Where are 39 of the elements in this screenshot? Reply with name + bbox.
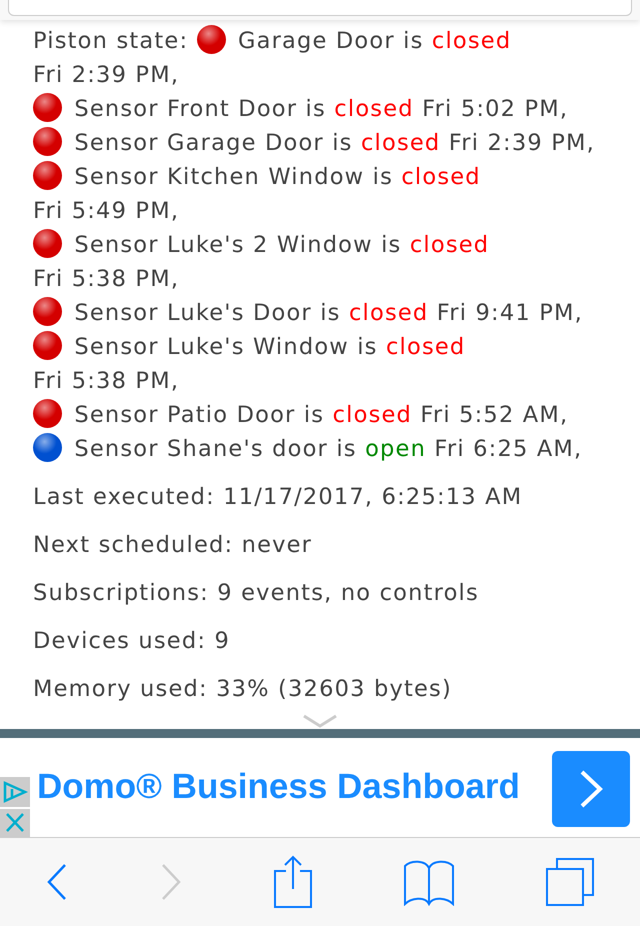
device-text: Garage Door is bbox=[238, 28, 424, 54]
time-text: Fri 9:41 PM, bbox=[436, 300, 583, 326]
status-text: closed bbox=[401, 164, 481, 190]
info-text: Memory used: 33% (32603 bytes) bbox=[33, 676, 452, 702]
time-text: Fri 5:38 PM, bbox=[33, 368, 180, 394]
time-text: Fri 5:02 PM, bbox=[422, 96, 568, 122]
info-text: Devices used: 9 bbox=[33, 628, 230, 654]
time-text: Fri 6:25 AM, bbox=[434, 436, 582, 462]
time-text: Fri 5:49 PM, bbox=[33, 198, 180, 224]
info-text: Next scheduled: never bbox=[33, 532, 312, 558]
ad-title[interactable]: Domo® Business Dashboard bbox=[37, 761, 520, 814]
status-text: closed bbox=[348, 300, 428, 326]
back-button[interactable] bbox=[45, 862, 69, 902]
device-text: Sensor Shane's door is bbox=[74, 436, 357, 462]
tabs-button[interactable] bbox=[545, 857, 595, 907]
status-text: closed bbox=[334, 96, 414, 122]
device-text: Sensor Front Door is bbox=[74, 96, 326, 122]
status-text: closed bbox=[386, 334, 466, 360]
bookmarks-button[interactable] bbox=[403, 858, 455, 906]
device-text: Sensor Kitchen Window is bbox=[74, 164, 393, 190]
info-text: Last executed: 11/17/2017, 6:25:13 AM bbox=[33, 484, 522, 510]
device-text: Sensor Luke's Door is bbox=[74, 300, 341, 326]
status-text: open bbox=[365, 436, 426, 462]
time-text: Fri 5:52 AM, bbox=[420, 402, 568, 428]
status-text: closed bbox=[432, 28, 512, 54]
device-text: Sensor Garage Door is bbox=[74, 130, 353, 156]
time-text: Fri 2:39 PM, bbox=[448, 130, 595, 156]
time-text: Fri 5:38 PM, bbox=[33, 266, 180, 292]
device-text: Sensor Luke's Window is bbox=[74, 334, 378, 360]
info-text: Subscriptions: 9 events, no controls bbox=[33, 580, 479, 606]
share-button[interactable] bbox=[273, 855, 313, 909]
device-text: Sensor Luke's 2 Window is bbox=[74, 232, 402, 258]
ad-open-button[interactable] bbox=[552, 751, 630, 827]
time-text: Fri 2:39 PM, bbox=[33, 62, 180, 88]
status-text: closed bbox=[332, 402, 412, 428]
status-text: closed bbox=[360, 130, 440, 156]
state-label: Piston state: bbox=[33, 28, 188, 54]
status-text: closed bbox=[410, 232, 490, 258]
device-text: Sensor Patio Door is bbox=[74, 402, 324, 428]
